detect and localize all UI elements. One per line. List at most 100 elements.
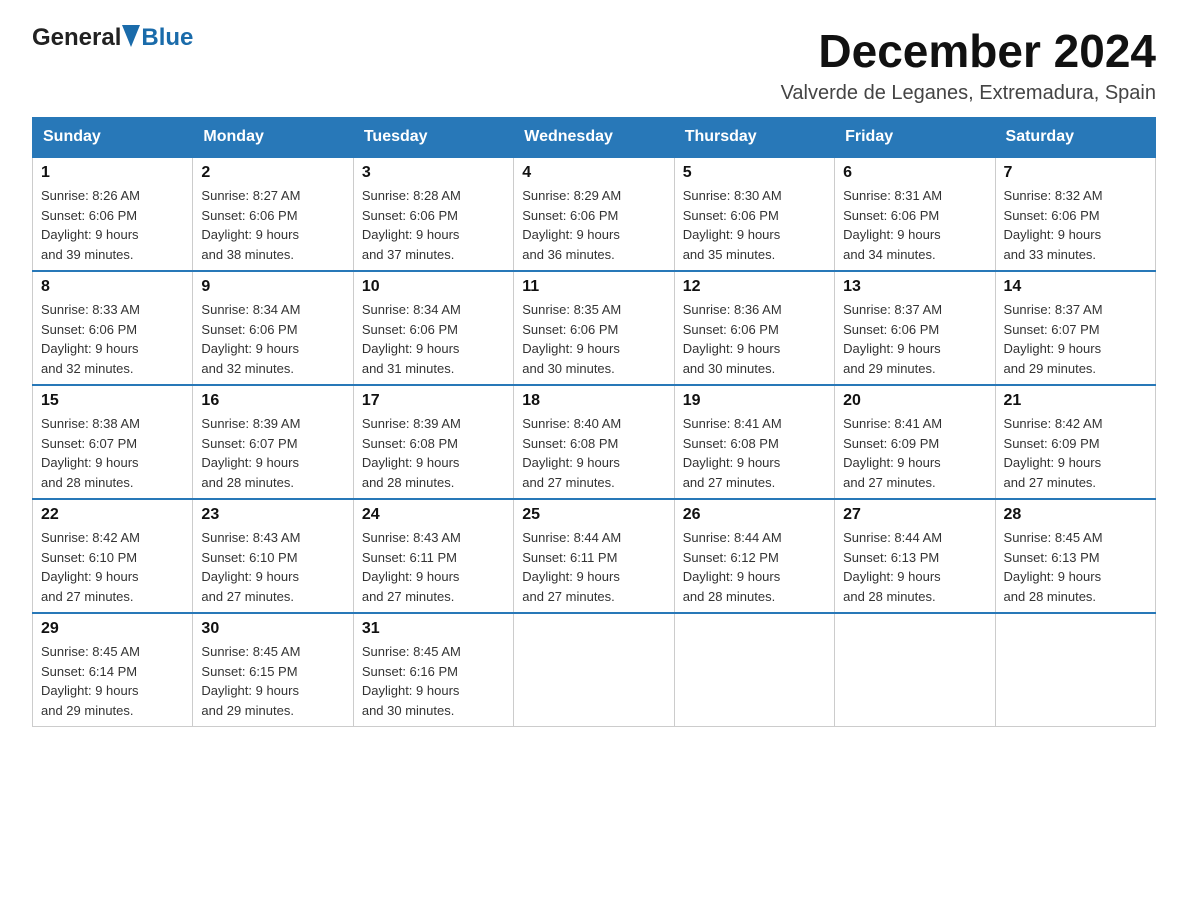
weekday-header-friday: Friday	[835, 118, 995, 158]
day-info: Sunrise: 8:26 AM Sunset: 6:06 PM Dayligh…	[41, 186, 184, 264]
day-number: 6	[843, 164, 986, 182]
day-info: Sunrise: 8:42 AM Sunset: 6:09 PM Dayligh…	[1004, 414, 1147, 492]
day-info: Sunrise: 8:27 AM Sunset: 6:06 PM Dayligh…	[201, 186, 344, 264]
day-info: Sunrise: 8:31 AM Sunset: 6:06 PM Dayligh…	[843, 186, 986, 264]
weekday-header-sunday: Sunday	[33, 118, 193, 158]
weekday-header-monday: Monday	[193, 118, 353, 158]
weekday-header-row: SundayMondayTuesdayWednesdayThursdayFrid…	[33, 118, 1156, 158]
day-number: 16	[201, 392, 344, 410]
day-info: Sunrise: 8:44 AM Sunset: 6:11 PM Dayligh…	[522, 528, 665, 606]
day-info: Sunrise: 8:44 AM Sunset: 6:13 PM Dayligh…	[843, 528, 986, 606]
logo-general-text: General	[32, 24, 121, 52]
page-header: General Blue December 2024 Valverde de L…	[32, 24, 1156, 105]
subtitle: Valverde de Leganes, Extremadura, Spain	[781, 82, 1156, 105]
day-info: Sunrise: 8:33 AM Sunset: 6:06 PM Dayligh…	[41, 300, 184, 378]
calendar-cell: 3 Sunrise: 8:28 AM Sunset: 6:06 PM Dayli…	[353, 157, 513, 271]
calendar-table: SundayMondayTuesdayWednesdayThursdayFrid…	[32, 117, 1156, 727]
day-number: 14	[1004, 278, 1147, 296]
day-info: Sunrise: 8:37 AM Sunset: 6:06 PM Dayligh…	[843, 300, 986, 378]
day-info: Sunrise: 8:38 AM Sunset: 6:07 PM Dayligh…	[41, 414, 184, 492]
calendar-cell: 23 Sunrise: 8:43 AM Sunset: 6:10 PM Dayl…	[193, 499, 353, 613]
calendar-header: SundayMondayTuesdayWednesdayThursdayFrid…	[33, 118, 1156, 158]
calendar-cell: 27 Sunrise: 8:44 AM Sunset: 6:13 PM Dayl…	[835, 499, 995, 613]
day-info: Sunrise: 8:45 AM Sunset: 6:14 PM Dayligh…	[41, 642, 184, 720]
day-number: 11	[522, 278, 665, 296]
day-info: Sunrise: 8:40 AM Sunset: 6:08 PM Dayligh…	[522, 414, 665, 492]
weekday-header-saturday: Saturday	[995, 118, 1155, 158]
day-info: Sunrise: 8:45 AM Sunset: 6:15 PM Dayligh…	[201, 642, 344, 720]
calendar-cell: 30 Sunrise: 8:45 AM Sunset: 6:15 PM Dayl…	[193, 613, 353, 727]
day-number: 10	[362, 278, 505, 296]
calendar-cell	[835, 613, 995, 727]
calendar-cell: 18 Sunrise: 8:40 AM Sunset: 6:08 PM Dayl…	[514, 385, 674, 499]
day-info: Sunrise: 8:34 AM Sunset: 6:06 PM Dayligh…	[362, 300, 505, 378]
day-info: Sunrise: 8:39 AM Sunset: 6:08 PM Dayligh…	[362, 414, 505, 492]
day-number: 1	[41, 164, 184, 182]
calendar-cell: 14 Sunrise: 8:37 AM Sunset: 6:07 PM Dayl…	[995, 271, 1155, 385]
day-info: Sunrise: 8:32 AM Sunset: 6:06 PM Dayligh…	[1004, 186, 1147, 264]
day-number: 5	[683, 164, 826, 182]
calendar-cell: 1 Sunrise: 8:26 AM Sunset: 6:06 PM Dayli…	[33, 157, 193, 271]
calendar-cell: 2 Sunrise: 8:27 AM Sunset: 6:06 PM Dayli…	[193, 157, 353, 271]
calendar-cell: 10 Sunrise: 8:34 AM Sunset: 6:06 PM Dayl…	[353, 271, 513, 385]
day-info: Sunrise: 8:35 AM Sunset: 6:06 PM Dayligh…	[522, 300, 665, 378]
day-info: Sunrise: 8:45 AM Sunset: 6:16 PM Dayligh…	[362, 642, 505, 720]
calendar-cell: 8 Sunrise: 8:33 AM Sunset: 6:06 PM Dayli…	[33, 271, 193, 385]
day-info: Sunrise: 8:41 AM Sunset: 6:09 PM Dayligh…	[843, 414, 986, 492]
day-number: 27	[843, 506, 986, 524]
weekday-header-thursday: Thursday	[674, 118, 834, 158]
day-info: Sunrise: 8:41 AM Sunset: 6:08 PM Dayligh…	[683, 414, 826, 492]
day-number: 23	[201, 506, 344, 524]
day-number: 15	[41, 392, 184, 410]
calendar-cell: 9 Sunrise: 8:34 AM Sunset: 6:06 PM Dayli…	[193, 271, 353, 385]
day-info: Sunrise: 8:42 AM Sunset: 6:10 PM Dayligh…	[41, 528, 184, 606]
day-number: 3	[362, 164, 505, 182]
day-number: 25	[522, 506, 665, 524]
day-info: Sunrise: 8:37 AM Sunset: 6:07 PM Dayligh…	[1004, 300, 1147, 378]
day-number: 4	[522, 164, 665, 182]
calendar-cell: 13 Sunrise: 8:37 AM Sunset: 6:06 PM Dayl…	[835, 271, 995, 385]
calendar-cell: 7 Sunrise: 8:32 AM Sunset: 6:06 PM Dayli…	[995, 157, 1155, 271]
day-info: Sunrise: 8:29 AM Sunset: 6:06 PM Dayligh…	[522, 186, 665, 264]
calendar-cell: 5 Sunrise: 8:30 AM Sunset: 6:06 PM Dayli…	[674, 157, 834, 271]
day-number: 2	[201, 164, 344, 182]
day-info: Sunrise: 8:44 AM Sunset: 6:12 PM Dayligh…	[683, 528, 826, 606]
calendar-cell: 19 Sunrise: 8:41 AM Sunset: 6:08 PM Dayl…	[674, 385, 834, 499]
day-number: 13	[843, 278, 986, 296]
calendar-cell: 25 Sunrise: 8:44 AM Sunset: 6:11 PM Dayl…	[514, 499, 674, 613]
calendar-cell: 15 Sunrise: 8:38 AM Sunset: 6:07 PM Dayl…	[33, 385, 193, 499]
day-number: 7	[1004, 164, 1147, 182]
day-number: 18	[522, 392, 665, 410]
day-info: Sunrise: 8:34 AM Sunset: 6:06 PM Dayligh…	[201, 300, 344, 378]
calendar-cell: 21 Sunrise: 8:42 AM Sunset: 6:09 PM Dayl…	[995, 385, 1155, 499]
day-number: 31	[362, 620, 505, 638]
calendar-cell	[995, 613, 1155, 727]
calendar-cell: 29 Sunrise: 8:45 AM Sunset: 6:14 PM Dayl…	[33, 613, 193, 727]
calendar-cell: 26 Sunrise: 8:44 AM Sunset: 6:12 PM Dayl…	[674, 499, 834, 613]
day-number: 21	[1004, 392, 1147, 410]
day-info: Sunrise: 8:36 AM Sunset: 6:06 PM Dayligh…	[683, 300, 826, 378]
calendar-week-row: 15 Sunrise: 8:38 AM Sunset: 6:07 PM Dayl…	[33, 385, 1156, 499]
calendar-cell: 6 Sunrise: 8:31 AM Sunset: 6:06 PM Dayli…	[835, 157, 995, 271]
day-number: 30	[201, 620, 344, 638]
calendar-week-row: 29 Sunrise: 8:45 AM Sunset: 6:14 PM Dayl…	[33, 613, 1156, 727]
calendar-week-row: 22 Sunrise: 8:42 AM Sunset: 6:10 PM Dayl…	[33, 499, 1156, 613]
day-info: Sunrise: 8:39 AM Sunset: 6:07 PM Dayligh…	[201, 414, 344, 492]
calendar-cell	[514, 613, 674, 727]
calendar-week-row: 1 Sunrise: 8:26 AM Sunset: 6:06 PM Dayli…	[33, 157, 1156, 271]
logo-arrow-icon	[122, 25, 140, 52]
calendar-cell: 4 Sunrise: 8:29 AM Sunset: 6:06 PM Dayli…	[514, 157, 674, 271]
calendar-cell: 12 Sunrise: 8:36 AM Sunset: 6:06 PM Dayl…	[674, 271, 834, 385]
weekday-header-wednesday: Wednesday	[514, 118, 674, 158]
day-info: Sunrise: 8:43 AM Sunset: 6:10 PM Dayligh…	[201, 528, 344, 606]
title-block: December 2024 Valverde de Leganes, Extre…	[781, 24, 1156, 105]
weekday-header-tuesday: Tuesday	[353, 118, 513, 158]
calendar-cell: 24 Sunrise: 8:43 AM Sunset: 6:11 PM Dayl…	[353, 499, 513, 613]
day-number: 9	[201, 278, 344, 296]
day-number: 17	[362, 392, 505, 410]
logo-blue-text: Blue	[141, 24, 193, 52]
calendar-cell: 20 Sunrise: 8:41 AM Sunset: 6:09 PM Dayl…	[835, 385, 995, 499]
main-title: December 2024	[781, 24, 1156, 78]
calendar-cell: 22 Sunrise: 8:42 AM Sunset: 6:10 PM Dayl…	[33, 499, 193, 613]
day-info: Sunrise: 8:43 AM Sunset: 6:11 PM Dayligh…	[362, 528, 505, 606]
